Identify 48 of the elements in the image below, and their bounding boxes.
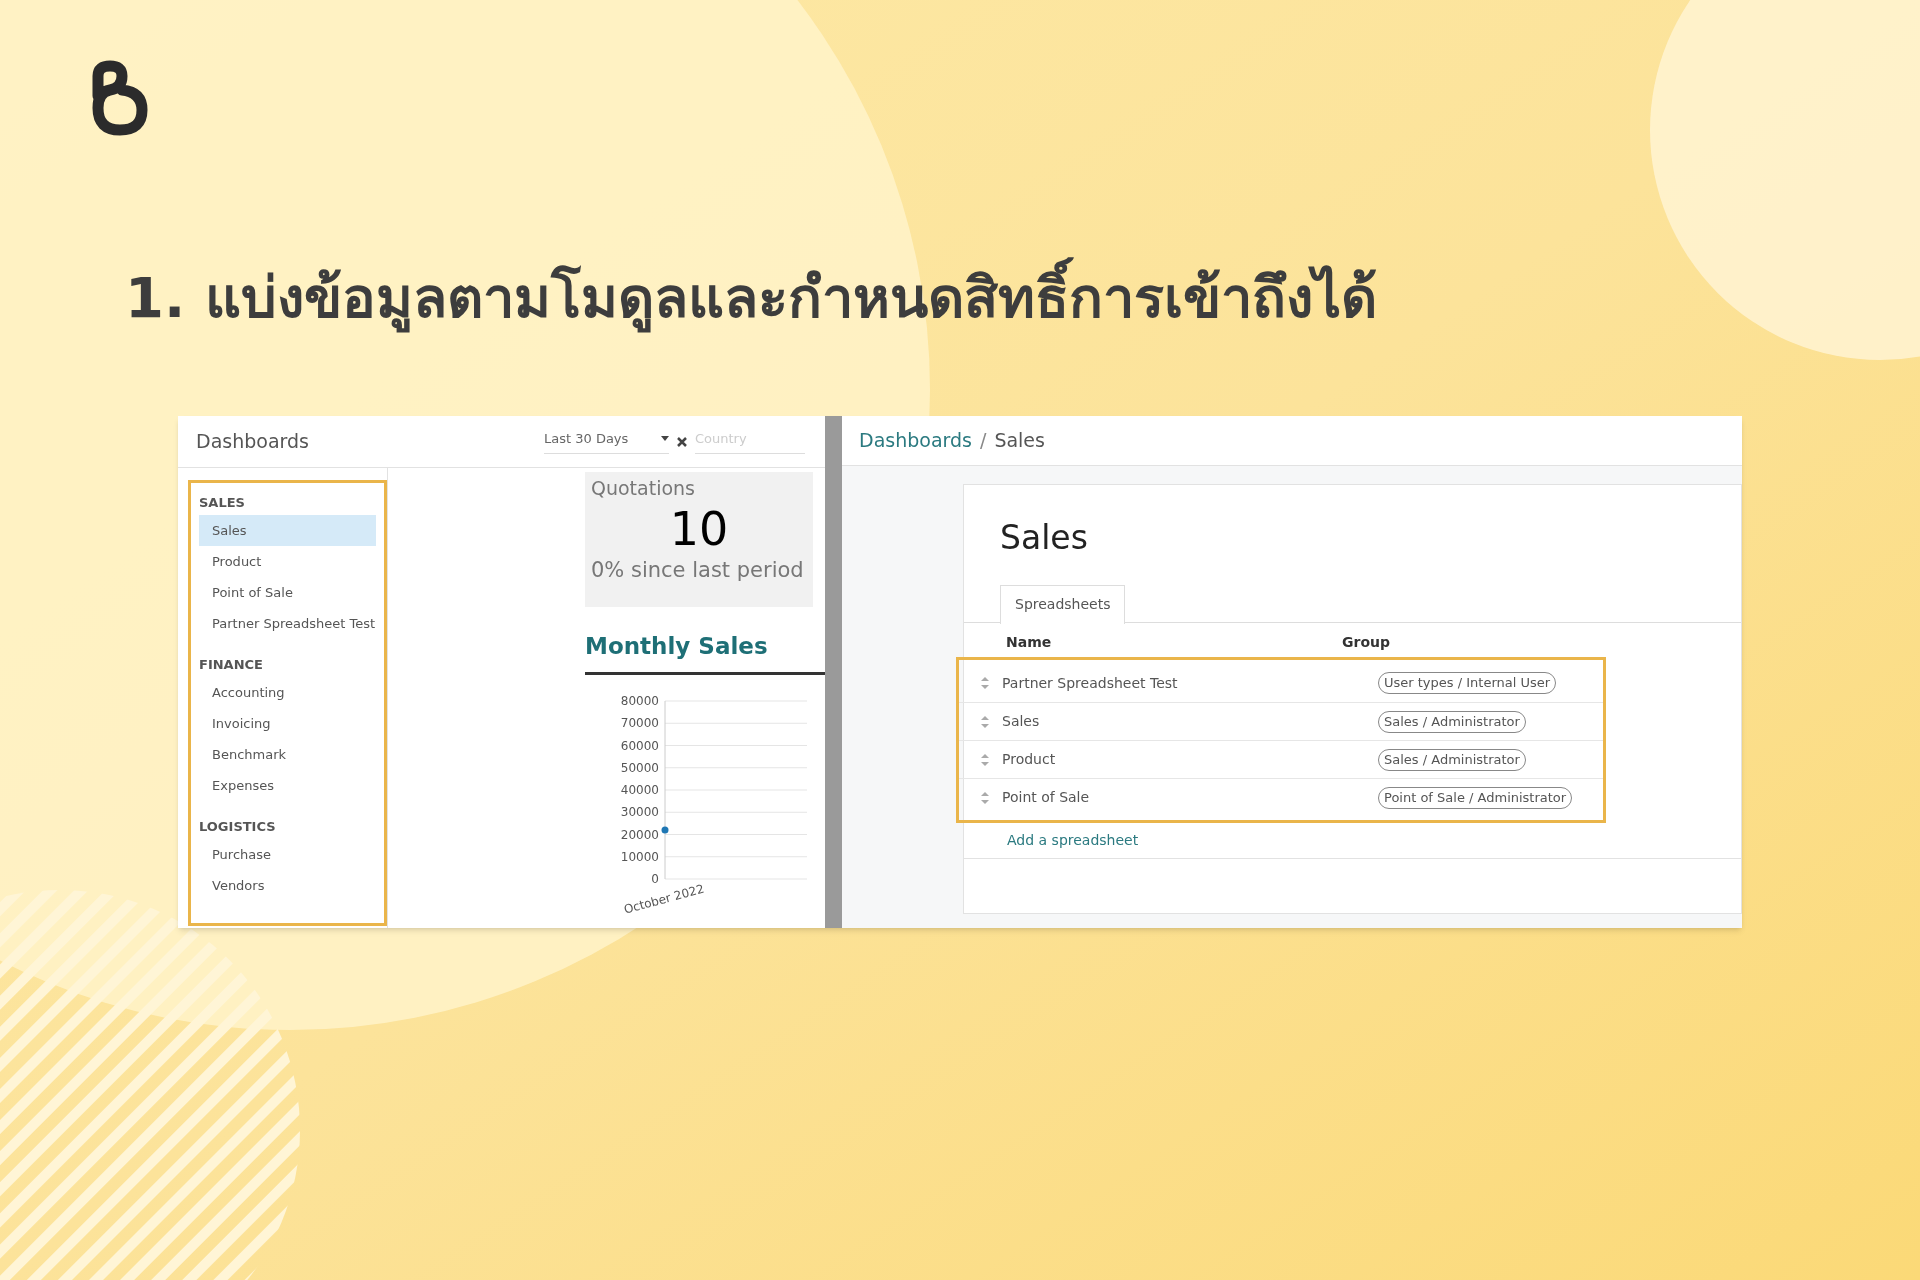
drag-handle-icon[interactable] xyxy=(981,677,989,689)
record-title: Sales xyxy=(1000,518,1088,557)
sidebar-item[interactable]: Vendors xyxy=(199,870,376,901)
column-header: Group xyxy=(1342,633,1390,652)
axis-tick-label: 70000 xyxy=(620,715,659,730)
chart-title: Monthly Sales xyxy=(585,633,768,659)
axis-tick-label: 80000 xyxy=(620,693,659,708)
sidebar-item[interactable]: Invoicing xyxy=(199,708,376,739)
sidebar-item[interactable]: Point of Sale xyxy=(199,577,376,608)
sidebar-item[interactable]: Purchase xyxy=(199,839,376,870)
axis-tick-label: 40000 xyxy=(620,782,659,797)
section-heading: FINANCE xyxy=(199,656,264,674)
sidebar-item[interactable]: Sales xyxy=(199,515,376,546)
axis-tick-label: 60000 xyxy=(620,738,659,752)
date-filter-select[interactable]: Last 30 Days xyxy=(544,429,669,454)
section-heading: LOGISTICS xyxy=(199,818,277,836)
sidebar-item[interactable]: Partner Spreadsheet Test xyxy=(199,608,376,639)
drag-handle-icon[interactable] xyxy=(981,715,989,728)
breadcrumb-separator: / xyxy=(980,428,987,454)
tab[interactable]: Spreadsheets xyxy=(1000,585,1126,624)
section-heading: SALES xyxy=(199,494,246,512)
data-point xyxy=(661,826,669,834)
caret-icon xyxy=(661,436,669,442)
table-cell-text: Point of Sale xyxy=(1002,788,1091,807)
kpi-change: 0% since last period xyxy=(591,556,805,584)
kpi-value: 10 xyxy=(669,502,729,555)
page-title: Dashboards xyxy=(196,429,310,455)
axis-tick-label: 0 xyxy=(651,871,659,886)
slide-title: 1. แบ่งข้อมูลตามโมดูลและกำหนดสิทธิ์การเข้าถึงได้ xyxy=(125,250,1377,346)
table-cell-text: Product xyxy=(1002,750,1057,769)
sidebar-item[interactable]: Expenses xyxy=(199,770,376,801)
drag-handle-icon[interactable] xyxy=(981,753,989,766)
kpi-label: Quotations xyxy=(591,476,696,501)
sidebar-item[interactable]: Benchmark xyxy=(199,739,376,770)
drag-handle-icon[interactable] xyxy=(981,791,989,804)
breadcrumb-current: Sales xyxy=(994,428,1045,454)
add-spreadsheet-link[interactable]: Add a spreadsheet xyxy=(1007,830,1139,851)
breadcrumb-link[interactable]: Dashboards xyxy=(859,426,972,455)
axis-tick-label: 10000 xyxy=(620,849,659,864)
table-cell-text: Sales xyxy=(1002,712,1041,731)
axis-tick-label: 50000 xyxy=(620,760,659,775)
sidebar-item[interactable]: Accounting xyxy=(199,677,376,708)
axis-tick-label: 20000 xyxy=(620,827,659,841)
axis-tick-label: 30000 xyxy=(620,804,659,819)
close-icon[interactable] xyxy=(677,436,687,447)
table-cell-text: Partner Spreadsheet Test xyxy=(1002,673,1179,693)
sidebar-item[interactable]: Product xyxy=(199,546,376,577)
column-header: Name xyxy=(1005,633,1053,652)
